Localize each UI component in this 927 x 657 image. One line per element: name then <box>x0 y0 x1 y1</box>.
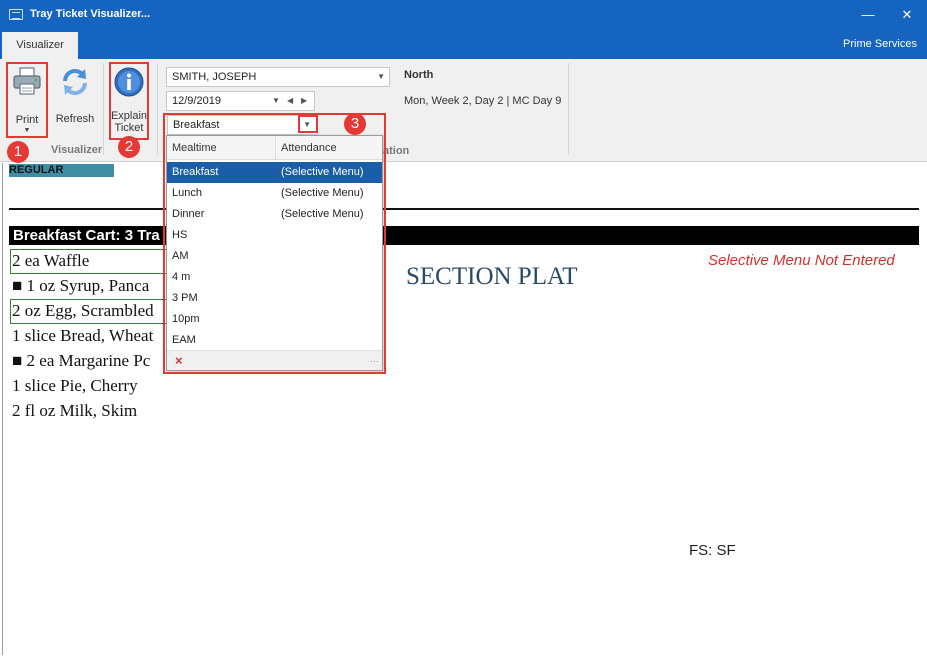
refresh-button[interactable]: Refresh <box>52 63 98 135</box>
date-value: 12/9/2019 <box>172 95 221 107</box>
close-button[interactable]: ✕ <box>895 4 919 26</box>
ribbon-separator <box>157 63 158 155</box>
highlight-box-dropdown-arrow <box>298 115 318 133</box>
cart-header-bar: Breakfast Cart: 3 Tra <box>9 226 919 245</box>
highlight-box-print <box>6 62 48 138</box>
ribbon-tab-strip: Visualizer Prime Services <box>0 31 927 59</box>
location-label: North <box>404 69 434 81</box>
callout-3: 3 <box>344 113 366 135</box>
date-picker[interactable]: 12/9/2019 ▼ ◀ ▶ <box>166 91 315 111</box>
fs-label: FS: SF <box>689 542 736 559</box>
menu-info-label: Mon, Week 2, Day 2 | MC Day 9 <box>404 95 562 107</box>
chevron-right-icon[interactable]: ▶ <box>301 92 307 110</box>
title-bar: Tray Ticket Visualizer... — ✕ <box>0 0 927 31</box>
group-label-partial: ation <box>383 145 410 157</box>
ribbon-separator <box>103 63 104 155</box>
list-item: 2 ea Waffle <box>12 251 90 270</box>
group-label-visualizer: Visualizer <box>51 144 103 156</box>
app-icon <box>9 9 23 20</box>
list-item: 2 fl oz Milk, Skim <box>12 401 138 420</box>
refresh-icon <box>63 69 87 95</box>
section-heading: SECTION PLAT <box>406 263 578 290</box>
callout-2: 2 <box>118 136 140 158</box>
minimize-button[interactable]: — <box>856 4 880 26</box>
window-title: Tray Ticket Visualizer... <box>30 8 151 20</box>
chevron-down-icon: ▼ <box>377 72 385 81</box>
highlight-box-meal-dropdown <box>163 113 386 374</box>
list-item: ■ 1 oz Syrup, Panca <box>12 276 150 295</box>
tab-visualizer[interactable]: Visualizer <box>2 32 78 59</box>
resident-combo[interactable]: SMITH, JOSEPH ▼ <box>166 67 390 87</box>
tray-ticket-preview: REGULAR Breakfast Cart: 3 Tra Selective … <box>2 163 924 655</box>
divider-line <box>9 208 919 210</box>
resident-value: SMITH, JOSEPH <box>172 71 257 83</box>
cart-header: Breakfast Cart: 3 Tra <box>13 227 160 244</box>
list-item: 2 oz Egg, Scrambled <box>12 301 154 320</box>
diet-label: REGULAR <box>9 164 114 177</box>
chevron-down-icon[interactable]: ▼ <box>272 92 280 110</box>
highlight-box-explain <box>109 62 149 140</box>
selective-menu-notice: Selective Menu Not Entered <box>708 252 895 269</box>
refresh-label: Refresh <box>55 113 95 125</box>
prime-services-label: Prime Services <box>843 38 917 50</box>
chevron-left-icon[interactable]: ◀ <box>287 92 293 110</box>
list-item: 1 slice Pie, Cherry <box>12 376 138 395</box>
list-item: ■ 2 ea Margarine Pc <box>12 351 151 370</box>
callout-1: 1 <box>7 141 29 163</box>
list-item: 1 slice Bread, Wheat <box>12 326 154 345</box>
ribbon-separator <box>568 63 569 155</box>
